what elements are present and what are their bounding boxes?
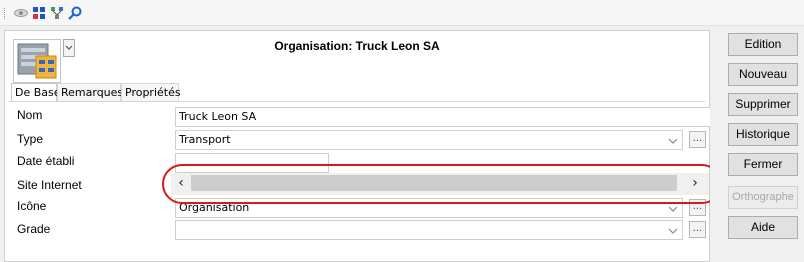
- scroll-track[interactable]: [191, 175, 677, 191]
- site-label: Site Internet: [17, 178, 82, 192]
- orthographe-button[interactable]: Orthographe: [728, 186, 798, 209]
- tab-proprietes[interactable]: Propriétés: [121, 83, 181, 101]
- chevron-down-icon[interactable]: [666, 202, 680, 216]
- icone-browse-button[interactable]: ...: [689, 199, 706, 216]
- type-combo[interactable]: Transport: [175, 130, 683, 150]
- icone-value: Organisation: [179, 201, 250, 214]
- action-column: Edition Nouveau Supprimer Historique Fer…: [710, 26, 804, 262]
- supprimer-button[interactable]: Supprimer: [728, 93, 798, 116]
- type-browse-button[interactable]: ...: [689, 131, 706, 148]
- tab-label: Remarques: [61, 86, 124, 99]
- organisation-panel: Organisation: Truck Leon SA De Base Rema…: [4, 30, 722, 262]
- logo-dropdown[interactable]: [63, 39, 75, 57]
- tab-de-base[interactable]: De Base: [11, 83, 61, 101]
- connect-icon[interactable]: [50, 6, 64, 20]
- grade-label: Grade: [17, 222, 51, 236]
- edition-button[interactable]: Edition: [728, 33, 798, 56]
- type-value: Transport: [179, 133, 231, 146]
- date-label: Date établi: [17, 154, 75, 168]
- date-field[interactable]: [175, 153, 329, 173]
- nouveau-button[interactable]: Nouveau: [728, 63, 798, 86]
- grid-icon[interactable]: [32, 6, 46, 20]
- historique-button[interactable]: Historique: [728, 123, 798, 146]
- chevron-down-icon: [65, 45, 73, 50]
- grade-browse-button[interactable]: ...: [689, 221, 706, 238]
- eye-icon[interactable]: [14, 6, 28, 20]
- scroll-right-button[interactable]: ›: [687, 174, 703, 192]
- scroll-left-button[interactable]: ‹: [173, 174, 189, 192]
- site-internet-scrollbar[interactable]: ‹ ›: [171, 173, 709, 195]
- nom-label: Nom: [17, 108, 43, 122]
- chevron-down-icon[interactable]: [666, 134, 680, 148]
- aide-button[interactable]: Aide: [728, 216, 798, 239]
- page-title: Organisation: Truck Leon SA: [274, 39, 440, 53]
- chevron-down-icon[interactable]: [666, 224, 680, 238]
- fermer-button[interactable]: Fermer: [728, 153, 798, 176]
- search-icon[interactable]: [68, 6, 82, 20]
- tab-label: Propriétés: [125, 86, 181, 99]
- nom-field[interactable]: Truck Leon SA: [175, 107, 717, 127]
- icone-label: Icône: [17, 199, 47, 213]
- tab-remarques[interactable]: Remarques: [57, 83, 124, 101]
- toolbar: [0, 0, 804, 26]
- building-icon: [13, 39, 61, 83]
- icone-combo[interactable]: Organisation: [175, 198, 683, 218]
- grade-combo[interactable]: [175, 220, 683, 240]
- toolbar-grip: [4, 8, 7, 19]
- type-label: Type: [17, 132, 44, 146]
- tab-label: De Base: [15, 86, 61, 99]
